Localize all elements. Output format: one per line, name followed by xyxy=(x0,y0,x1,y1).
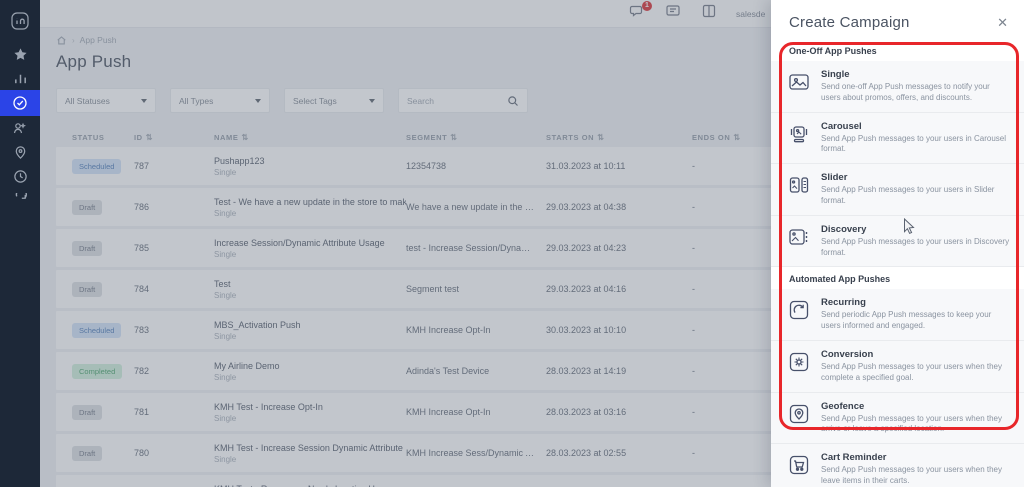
option-description: Send App Push messages to your users whe… xyxy=(821,361,1002,382)
geofence-icon xyxy=(789,404,809,423)
discovery-icon xyxy=(789,229,808,245)
option-description: Send App Push messages to your users whe… xyxy=(821,413,1002,434)
option-description: Send App Push messages to your users in … xyxy=(821,236,1010,257)
option-title: Recurring xyxy=(821,297,866,309)
create-campaign-panel: Create Campaign ✕ One-Off App Pushes Sin… xyxy=(771,0,1024,487)
sidebar-item-audience[interactable] xyxy=(0,116,40,140)
campaign-type-option-slider[interactable]: Slider Send App Push messages to your us… xyxy=(771,164,1024,216)
people-icon xyxy=(13,122,26,134)
sidebar-item-history[interactable] xyxy=(0,164,40,188)
campaign-type-option-carousel[interactable]: Carousel Send App Push messages to your … xyxy=(771,112,1024,165)
cart-reminder-icon xyxy=(789,456,809,475)
option-title: Conversion xyxy=(821,348,874,360)
app-logo[interactable] xyxy=(0,8,40,34)
option-title: Slider xyxy=(821,172,848,184)
close-icon[interactable]: ✕ xyxy=(997,16,1008,29)
slider-icon xyxy=(789,177,809,193)
option-title: Single xyxy=(821,69,850,80)
sidebar-item-favorites[interactable] xyxy=(0,42,40,66)
sidebar xyxy=(0,0,40,487)
sidebar-item-analytics[interactable] xyxy=(0,66,40,90)
panel-section-header: Automated App Pushes xyxy=(771,267,1024,290)
bar-chart-icon xyxy=(14,74,26,83)
option-description: Send periodic App Push messages to keep … xyxy=(821,310,992,331)
option-description: Send App Push messages to your users in … xyxy=(821,133,1006,154)
option-description: Send App Push messages to your users in … xyxy=(821,185,995,205)
sidebar-item-sync[interactable] xyxy=(0,188,40,212)
campaign-type-option-geofence[interactable]: Geofence Send App Push messages to your … xyxy=(771,392,1024,445)
conversion-icon xyxy=(789,352,809,372)
panel-title: Create Campaign xyxy=(789,14,910,31)
refresh-icon xyxy=(15,192,27,199)
option-title: Geofence xyxy=(821,400,865,412)
pin-icon xyxy=(15,145,25,159)
single-icon xyxy=(789,74,809,90)
sidebar-item-campaigns[interactable] xyxy=(0,90,40,116)
carousel-icon xyxy=(790,125,808,142)
campaign-type-option-recurring[interactable]: Recurring Send periodic App Push message… xyxy=(771,289,1024,341)
compass-check-icon xyxy=(13,96,27,110)
campaign-type-option-conversion[interactable]: Conversion Send App Push messages to you… xyxy=(771,340,1024,393)
recurring-icon xyxy=(789,301,809,320)
star-icon xyxy=(13,47,27,60)
clock-icon xyxy=(13,169,27,183)
option-description: Send App Push messages to your users whe… xyxy=(821,465,1002,485)
campaign-type-option-cart-reminder[interactable]: Cart Reminder Send App Push messages to … xyxy=(771,444,1024,487)
option-title: Discovery xyxy=(821,223,867,235)
campaign-type-option-discovery[interactable]: Discovery Send App Push messages to your… xyxy=(771,215,1024,268)
option-description: Send one-off App Push messages to notify… xyxy=(821,82,990,102)
option-title: Carousel xyxy=(821,120,862,132)
campaign-type-option-single[interactable]: Single Send one-off App Push messages to… xyxy=(771,61,1024,113)
option-title: Cart Reminder xyxy=(821,452,887,464)
panel-section-header: One-Off App Pushes xyxy=(771,39,1024,61)
sidebar-item-geo[interactable] xyxy=(0,140,40,164)
